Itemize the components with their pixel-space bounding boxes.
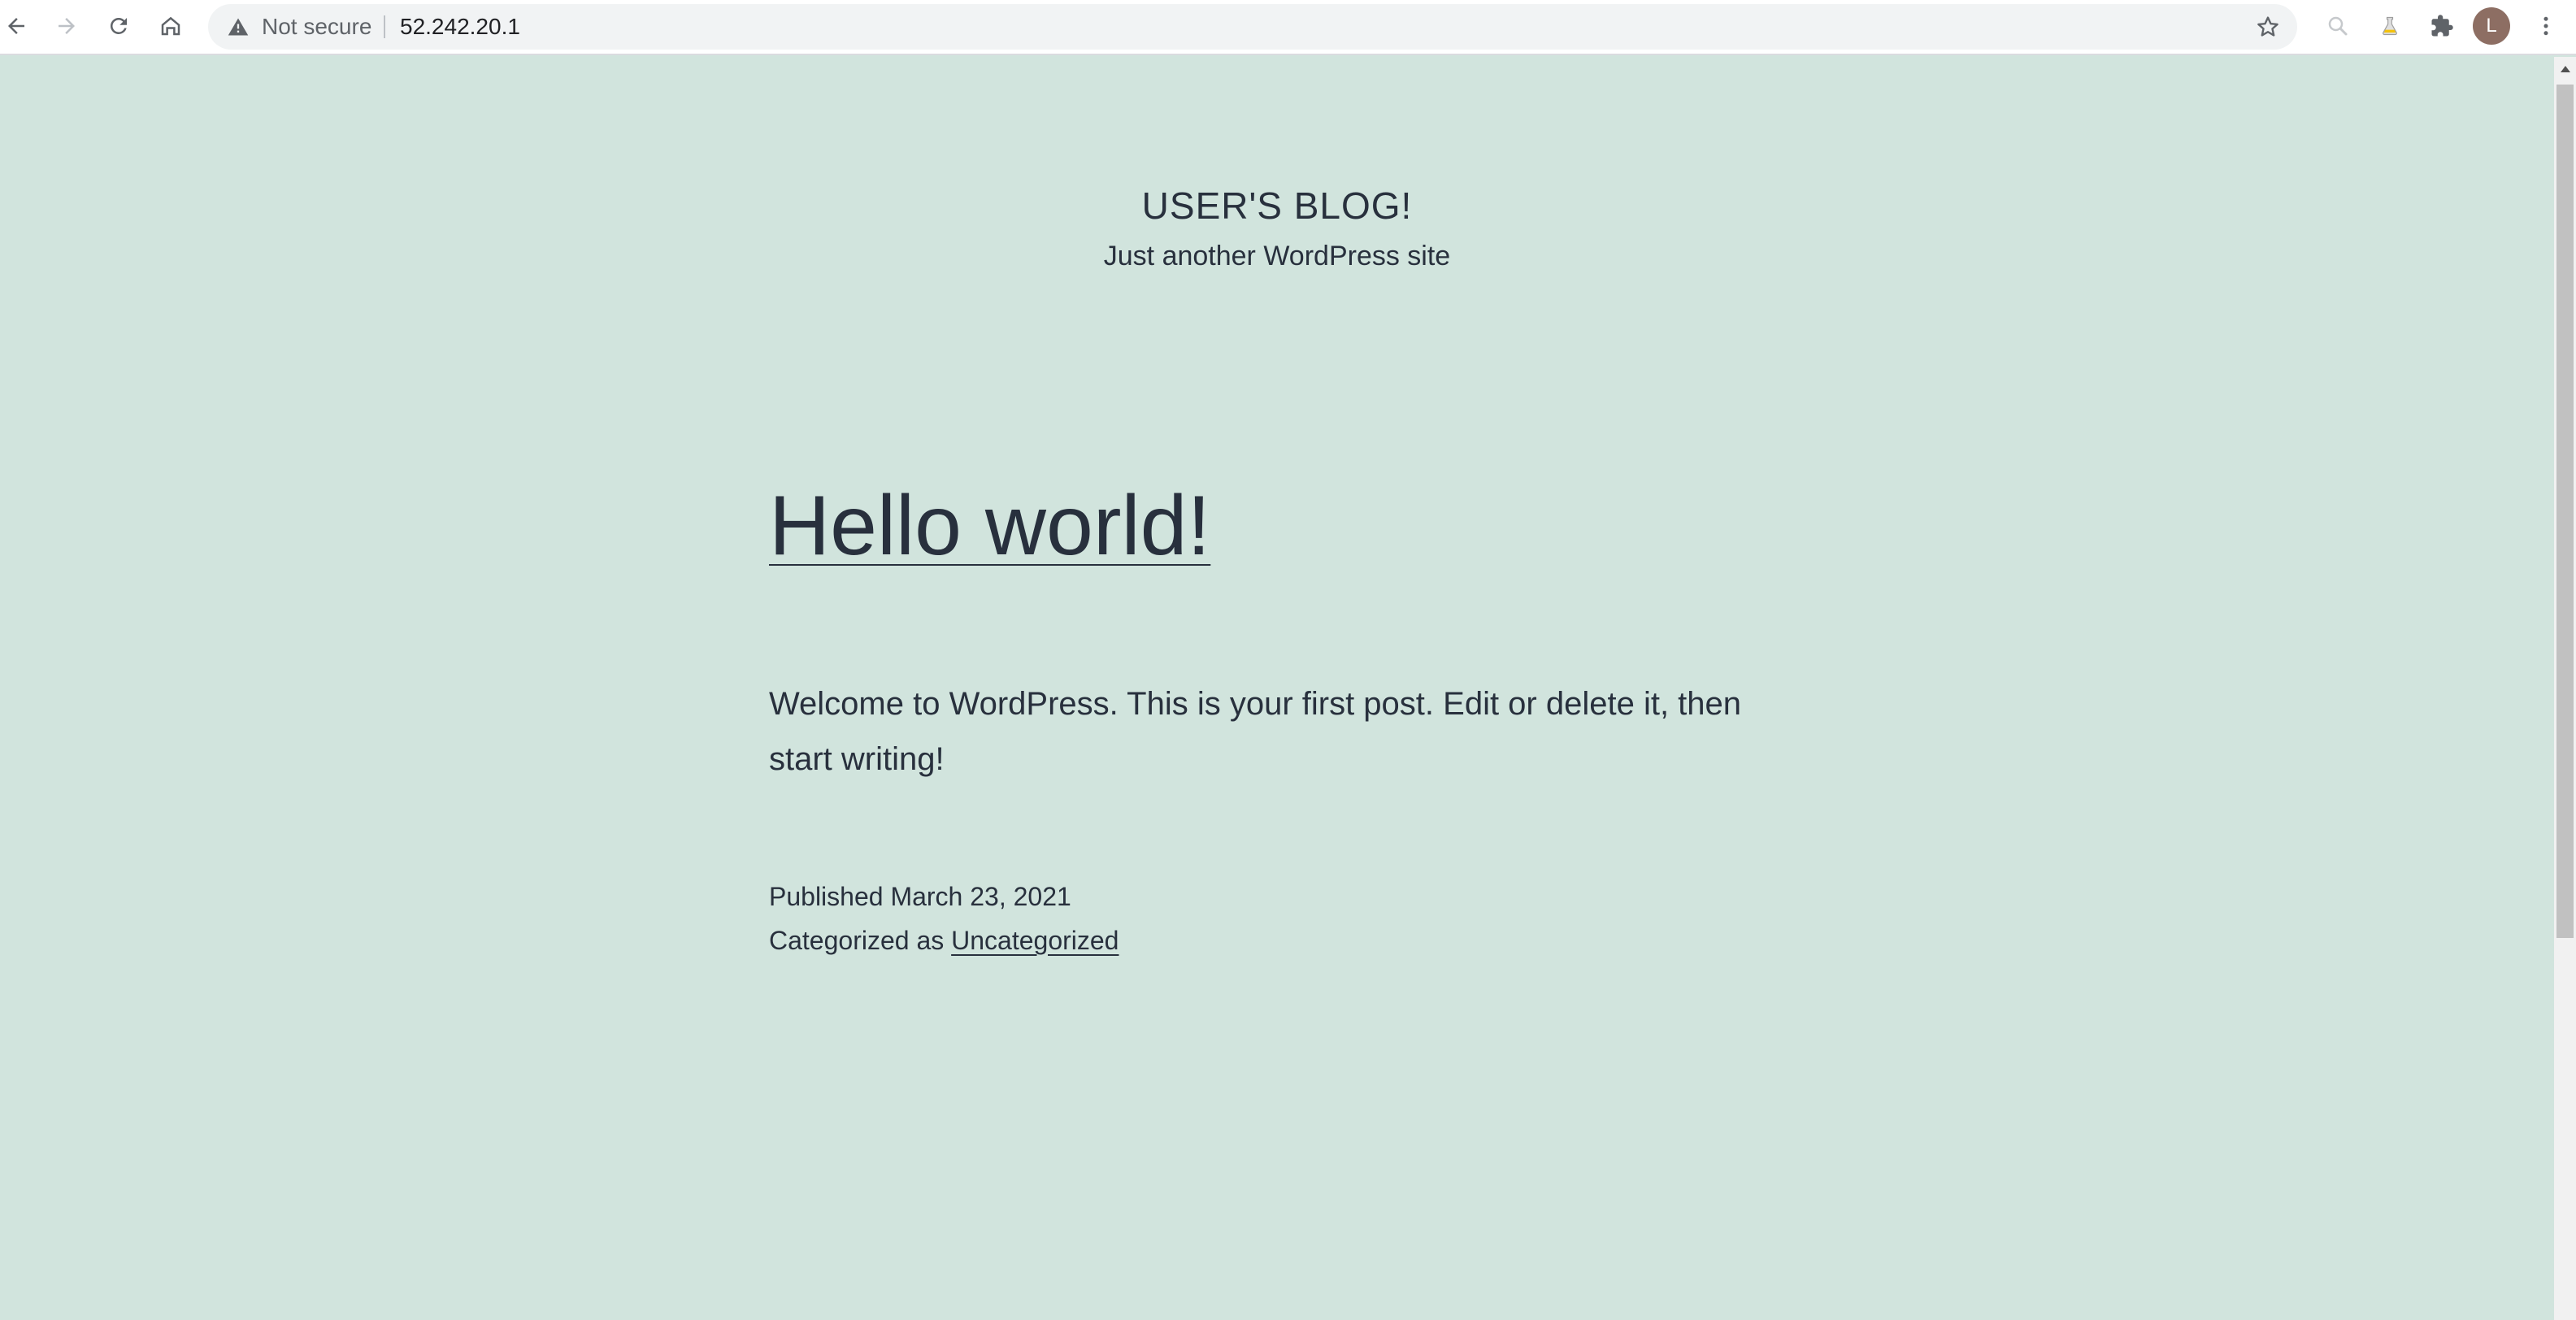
flask-icon	[2383, 16, 2397, 36]
post-meta: Published March 23, 2021 Categorized as …	[769, 875, 1119, 962]
category-label: Categorized as	[769, 926, 945, 955]
site-title[interactable]: USER'S BLOG!	[0, 184, 2554, 228]
profile-avatar[interactable]: L	[2473, 7, 2510, 45]
reload-icon	[110, 17, 127, 34]
category-link[interactable]: Uncategorized	[951, 926, 1119, 955]
bookmark-button[interactable]	[2248, 7, 2287, 46]
star-icon	[2257, 16, 2278, 37]
post-title-link[interactable]: Hello world!	[769, 478, 1210, 575]
published-date: March 23, 2021	[890, 882, 1071, 911]
browser-toolbar: Not secure 52.242.20.1 L	[0, 0, 2576, 55]
published-label: Published	[769, 882, 884, 911]
browser-menu-button[interactable]	[2526, 7, 2565, 46]
back-button[interactable]	[0, 7, 36, 46]
puzzle-icon	[2431, 15, 2453, 37]
url-text[interactable]: 52.242.20.1	[400, 4, 520, 50]
reload-button[interactable]	[99, 7, 138, 46]
home-icon	[161, 16, 180, 36]
magnifier-icon	[2328, 16, 2348, 36]
flask-extension-button[interactable]	[2370, 7, 2409, 46]
site-description: Just another WordPress site	[1103, 241, 1451, 271]
forward-button[interactable]	[47, 7, 86, 46]
extensions-button[interactable]	[2422, 7, 2461, 46]
address-separator	[384, 15, 385, 38]
page-viewport: USER'S BLOG! Just another WordPress site…	[0, 57, 2554, 1320]
address-bar[interactable]: Not secure 52.242.20.1	[208, 4, 2297, 50]
warning-triangle-icon	[228, 18, 249, 36]
security-status[interactable]: Not secure	[262, 4, 371, 50]
back-arrow-icon	[8, 18, 24, 34]
post-published: Published March 23, 2021	[769, 875, 1119, 918]
forward-arrow-icon	[59, 18, 75, 34]
post-content: Welcome to WordPress. This is your first…	[769, 686, 1742, 777]
vertical-scrollbar[interactable]	[2554, 57, 2576, 1320]
kebab-menu-icon	[2543, 16, 2548, 36]
caret-up-icon	[2560, 66, 2570, 72]
post-category: Categorized as Uncategorized	[769, 918, 1119, 962]
home-button[interactable]	[151, 7, 190, 46]
scroll-up-arrow[interactable]	[2554, 57, 2576, 81]
zoom-button[interactable]	[2318, 7, 2357, 46]
scrollbar-thumb[interactable]	[2556, 85, 2574, 938]
